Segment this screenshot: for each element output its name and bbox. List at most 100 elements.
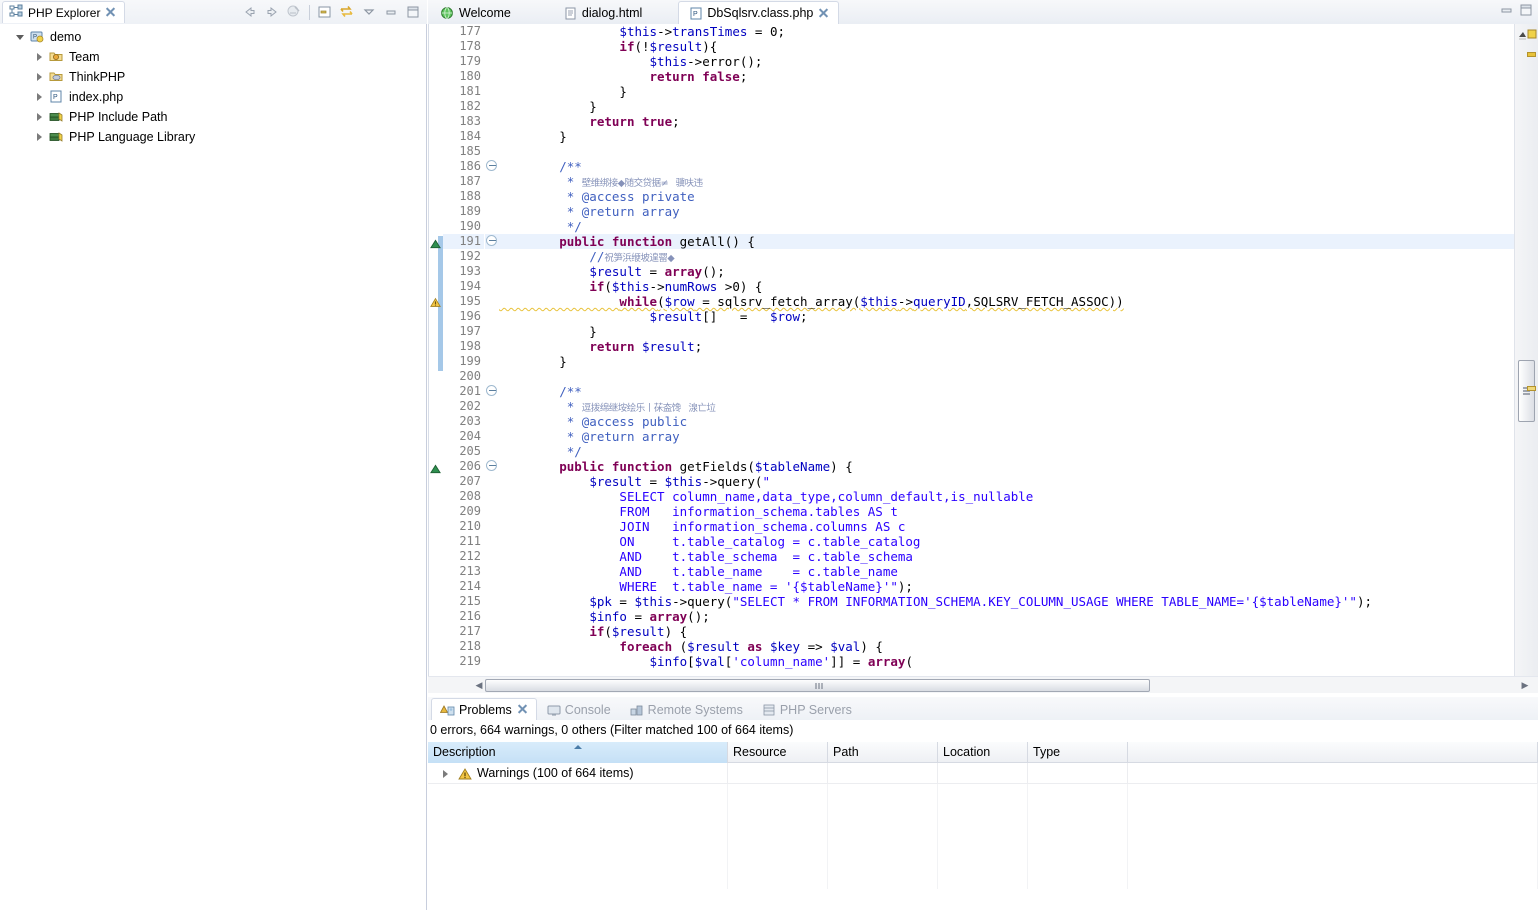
- maximize-icon[interactable]: [1518, 3, 1534, 20]
- code-line[interactable]: $this->error();: [499, 54, 1514, 69]
- code-line[interactable]: $result = $this->query(": [499, 474, 1514, 489]
- horizontal-scrollbar-thumb[interactable]: [485, 679, 1150, 692]
- column-header-description[interactable]: Description: [428, 742, 728, 763]
- project-tree[interactable]: P demo Team ThinkPHP Pindex.php PHP Incl…: [0, 24, 425, 910]
- code-line[interactable]: if($this->numRows >0) {: [499, 279, 1514, 294]
- code-line[interactable]: [499, 144, 1514, 159]
- code-line[interactable]: * 逗拨绵继垵绘乐丨茠盇馋 湶亡垃: [499, 399, 1514, 414]
- code-line[interactable]: $result = array();: [499, 264, 1514, 279]
- code-line[interactable]: $this->transTimes = 0;: [499, 24, 1514, 39]
- chevron-right-icon[interactable]: [32, 109, 48, 125]
- code-line[interactable]: AND t.table_name = c.table_name: [499, 564, 1514, 579]
- override-marker-icon[interactable]: [430, 238, 441, 252]
- code-line[interactable]: /**: [499, 159, 1514, 174]
- code-line[interactable]: $pk = $this->query("SELECT * FROM INFORM…: [499, 594, 1514, 609]
- horizontal-scrollbar[interactable]: ◀ ▶: [428, 676, 1538, 693]
- code-line[interactable]: SELECT column_name,data_type,column_defa…: [499, 489, 1514, 504]
- code-line[interactable]: * @access public: [499, 414, 1514, 429]
- code-editor[interactable]: 177 178 179 180 181 182 183 184 185 186 187 188 189 1…: [428, 24, 1538, 676]
- code-line[interactable]: */: [499, 219, 1514, 234]
- collapse-fold-icon[interactable]: [486, 385, 497, 396]
- problems-table[interactable]: Description Resource Path Location Type Warn…: [428, 742, 1538, 910]
- code-line[interactable]: ON t.table_catalog = c.table_catalog: [499, 534, 1514, 549]
- chevron-right-icon[interactable]: [32, 49, 48, 65]
- bottom-tab-remote-systems[interactable]: Remote Systems: [620, 698, 752, 720]
- bottom-tab-console[interactable]: Console: [537, 698, 620, 720]
- code-line[interactable]: while($row = sqlsrv_fetch_array($this->q…: [499, 294, 1514, 309]
- link-with-editor-icon[interactable]: [284, 2, 304, 22]
- column-header-location[interactable]: Location: [938, 742, 1028, 763]
- maximize-icon[interactable]: [403, 2, 423, 22]
- problems-table-row[interactable]: Warnings (100 of 664 items): [428, 763, 1538, 784]
- bottom-tab-php-servers[interactable]: PHP Servers: [752, 698, 861, 720]
- forward-icon[interactable]: [262, 2, 282, 22]
- code-line[interactable]: public function getAll() {: [499, 234, 1514, 249]
- minimize-icon[interactable]: [381, 2, 401, 22]
- code-line[interactable]: WHERE t.table_name = '{$tableName}'");: [499, 579, 1514, 594]
- code-line[interactable]: $info[$val['column_name']] = array(: [499, 654, 1514, 669]
- folding-ruler[interactable]: [485, 24, 499, 676]
- tree-item-php-include-path[interactable]: PHP Include Path: [0, 107, 425, 127]
- tab-php-explorer[interactable]: PHP Explorer: [2, 1, 126, 23]
- code-line[interactable]: }: [499, 354, 1514, 369]
- problems-table-header[interactable]: Description Resource Path Location Type: [428, 742, 1538, 763]
- sync-icon[interactable]: [337, 2, 357, 22]
- code-line[interactable]: if(!$result){: [499, 39, 1514, 54]
- code-line[interactable]: AND t.table_schema = c.table_schema: [499, 549, 1514, 564]
- chevron-down-icon[interactable]: [13, 29, 29, 45]
- tree-item-thinkphp[interactable]: ThinkPHP: [0, 67, 425, 87]
- code-line[interactable]: JOIN information_schema.columns AS c: [499, 519, 1514, 534]
- code-line[interactable]: return true;: [499, 114, 1514, 129]
- code-line[interactable]: //祝笋浜缏坡遑罶◆: [499, 249, 1514, 264]
- collapse-all-icon[interactable]: [315, 2, 335, 22]
- scroll-left-icon[interactable]: ◀: [472, 680, 486, 691]
- back-icon[interactable]: [240, 2, 260, 22]
- collapse-fold-icon[interactable]: [486, 235, 497, 246]
- code-line[interactable]: if($result) {: [499, 624, 1514, 639]
- tree-item-index-php[interactable]: Pindex.php: [0, 87, 425, 107]
- editor-tab-welcome[interactable]: Welcome: [430, 1, 521, 24]
- code-line[interactable]: public function getFields($tableName) {: [499, 459, 1514, 474]
- overview-warning-marker[interactable]: [1527, 52, 1536, 57]
- overview-warning-marker[interactable]: [1527, 386, 1536, 391]
- tree-item-demo[interactable]: P demo: [0, 27, 425, 47]
- code-line[interactable]: * @return array: [499, 429, 1514, 444]
- vertical-scrollbar-thumb[interactable]: [1518, 360, 1535, 422]
- tree-item-team[interactable]: Team: [0, 47, 425, 67]
- column-header-type[interactable]: Type: [1028, 742, 1128, 763]
- code-line[interactable]: FROM information_schema.tables AS t: [499, 504, 1514, 519]
- code-line[interactable]: }: [499, 99, 1514, 114]
- code-line[interactable]: foreach ($result as $key => $val) {: [499, 639, 1514, 654]
- code-line[interactable]: }: [499, 84, 1514, 99]
- warning-marker-icon[interactable]: [430, 297, 441, 311]
- chevron-right-icon[interactable]: [32, 69, 48, 85]
- code-text-area[interactable]: $this->transTimes = 0; if(!$result){ $th…: [499, 24, 1514, 676]
- tree-item-php-language-library[interactable]: PHP Language Library: [0, 127, 425, 147]
- code-line[interactable]: */: [499, 444, 1514, 459]
- editor-tab-dbsqlsrv-class-php[interactable]: P DbSqlsrv.class.php: [678, 1, 840, 24]
- column-header-path[interactable]: Path: [828, 742, 938, 763]
- view-menu-icon[interactable]: [359, 2, 379, 22]
- close-icon[interactable]: [818, 8, 829, 19]
- chevron-right-icon[interactable]: [32, 129, 48, 145]
- minimize-icon[interactable]: [1499, 3, 1515, 20]
- annotation-ruler[interactable]: [429, 24, 443, 676]
- code-line[interactable]: return $result;: [499, 339, 1514, 354]
- code-line[interactable]: [499, 369, 1514, 384]
- code-line[interactable]: * @access private: [499, 189, 1514, 204]
- close-icon[interactable]: [517, 704, 528, 715]
- code-line[interactable]: return false;: [499, 69, 1514, 84]
- code-line[interactable]: }: [499, 129, 1514, 144]
- code-line[interactable]: $info = array();: [499, 609, 1514, 624]
- collapse-fold-icon[interactable]: [486, 160, 497, 171]
- code-line[interactable]: /**: [499, 384, 1514, 399]
- column-header-resource[interactable]: Resource: [728, 742, 828, 763]
- code-line[interactable]: }: [499, 324, 1514, 339]
- override-marker-icon[interactable]: [430, 463, 441, 477]
- close-icon[interactable]: [105, 7, 116, 18]
- chevron-right-icon[interactable]: [32, 89, 48, 105]
- editor-tab-dialog-html[interactable]: dialog.html: [553, 1, 652, 24]
- cell-description[interactable]: Warnings (100 of 664 items): [428, 763, 728, 784]
- problems-table-body[interactable]: Warnings (100 of 664 items): [428, 763, 1538, 889]
- chevron-right-icon[interactable]: [438, 766, 454, 782]
